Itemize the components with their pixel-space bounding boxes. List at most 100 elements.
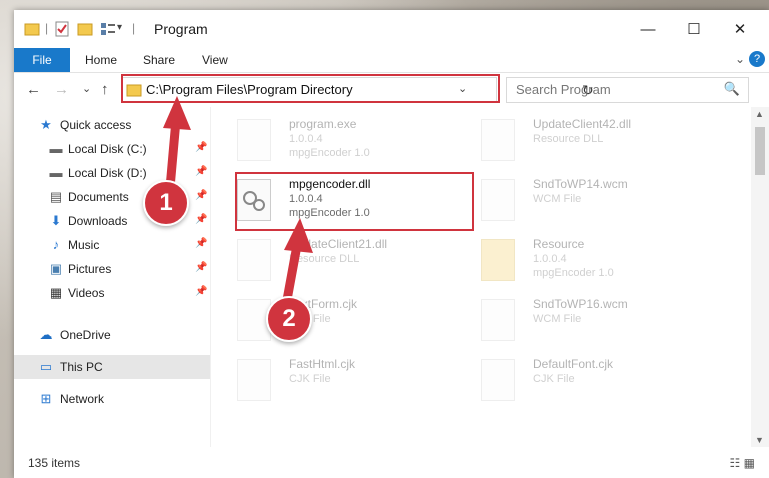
scroll-up-icon[interactable]: ▲ bbox=[755, 109, 764, 119]
up-icon[interactable]: ↑ bbox=[101, 81, 109, 98]
file-item[interactable]: FastHtml.cjk CJK File bbox=[211, 353, 451, 411]
sidebar-item-downloads[interactable]: ⬇ Downloads 📌 bbox=[14, 209, 210, 233]
recent-locations-icon[interactable]: ⌄ bbox=[82, 82, 91, 95]
navigation-bar: ← → ⌄ ↑ C:\Program Files\Program Directo… bbox=[14, 73, 769, 105]
sidebar-item-local-disk-d[interactable]: ▬ Local Disk (D:) 📌 bbox=[14, 161, 210, 185]
sidebar-item-documents[interactable]: ▤ Documents 📌 bbox=[14, 185, 210, 209]
drive-icon: ▬ bbox=[49, 141, 63, 156]
drive-icon: ▬ bbox=[49, 165, 63, 180]
dll-file-icon bbox=[481, 119, 515, 161]
pin-icon: 📌 bbox=[195, 262, 208, 273]
toolbar-separator: | bbox=[45, 21, 49, 35]
file-name: DefaultFont.cjk bbox=[533, 357, 614, 371]
sidebar-item-label: Network bbox=[60, 392, 105, 406]
file-item[interactable]: UpdateClient21.dll Resource DLL bbox=[211, 233, 451, 291]
pin-icon: 📌 bbox=[195, 286, 208, 297]
pin-icon: 📌 bbox=[195, 190, 208, 201]
computer-icon: ▭ bbox=[39, 359, 53, 374]
scrollbar-thumb[interactable] bbox=[755, 127, 765, 175]
file-name: FastHtml.cjk bbox=[289, 357, 355, 371]
pictures-icon: ▣ bbox=[49, 261, 63, 276]
back-icon[interactable]: ← bbox=[26, 81, 41, 98]
pin-icon: 📌 bbox=[195, 166, 208, 177]
file-item[interactable]: UpdateClient42.dll Resource DLL bbox=[455, 113, 695, 171]
details-view-icon[interactable]: ☷ bbox=[730, 456, 741, 470]
pin-icon: 📌 bbox=[195, 214, 208, 225]
tab-home[interactable]: Home bbox=[85, 48, 117, 72]
new-folder-icon[interactable] bbox=[77, 21, 93, 37]
tab-view[interactable]: View bbox=[202, 48, 228, 72]
forward-icon[interactable]: → bbox=[54, 81, 69, 98]
sidebar-item-local-disk-c[interactable]: ▬ Local Disk (C:) 📌 bbox=[14, 137, 210, 161]
file-name: Resource bbox=[533, 237, 585, 251]
help-icon[interactable]: ? bbox=[749, 51, 765, 67]
cloud-icon: ☁ bbox=[39, 327, 53, 342]
sidebar-item-label: Quick access bbox=[60, 118, 132, 132]
file-item[interactable]: program.exe 1.0.0.4 mpgEncoder 1.0 bbox=[211, 113, 451, 171]
dll-gear-file-icon bbox=[237, 179, 271, 221]
customize-view-icon[interactable] bbox=[100, 21, 116, 37]
file-detail: mpgEncoder 1.0 bbox=[289, 147, 370, 159]
sidebar-item-label: Videos bbox=[68, 286, 105, 300]
file-item[interactable]: Resource 1.0.0.4 mpgEncoder 1.0 bbox=[455, 233, 695, 291]
sidebar-item-this-pc[interactable]: ▭ This PC bbox=[14, 355, 210, 379]
music-icon: ♪ bbox=[52, 237, 60, 252]
file-item[interactable]: SndToWP16.wcm WCM File bbox=[455, 293, 695, 351]
vertical-scrollbar[interactable]: ▲ ▼ bbox=[751, 107, 769, 447]
file-item[interactable]: TextForm.cjk CJK File bbox=[211, 293, 451, 351]
dll-file-icon bbox=[237, 239, 271, 281]
file-item[interactable]: SndToWP14.wcm WCM File bbox=[455, 173, 695, 231]
sidebar-item-label: Local Disk (D:) bbox=[68, 166, 147, 180]
network-icon: ⊞ bbox=[40, 391, 52, 406]
sidebar-item-videos[interactable]: ▦ Videos 📌 bbox=[14, 281, 210, 305]
search-box[interactable]: Search Program 🔍 bbox=[506, 77, 749, 103]
sidebar-item-music[interactable]: ♪ Music 📌 bbox=[14, 233, 210, 257]
search-icon[interactable]: 🔍 bbox=[724, 81, 740, 97]
file-detail: Resource DLL bbox=[533, 133, 604, 145]
window-title: Program bbox=[154, 21, 208, 37]
file-list: program.exe 1.0.0.4 mpgEncoder 1.0 Updat… bbox=[211, 107, 744, 447]
sidebar-item-label: Documents bbox=[68, 190, 129, 204]
file-item-mpgencoder-dll[interactable]: mpgencoder.dll 1.0.0.4 mpgEncoder 1.0 bbox=[211, 173, 451, 231]
file-item[interactable]: DefaultFont.cjk CJK File bbox=[455, 353, 695, 411]
status-bar: 135 items ☷ ▦ bbox=[14, 448, 769, 478]
folder-icon bbox=[24, 21, 40, 37]
file-detail: 1.0.0.4 bbox=[289, 193, 323, 205]
tab-file[interactable]: File bbox=[14, 48, 70, 72]
properties-icon[interactable] bbox=[54, 21, 70, 37]
file-name: SndToWP14.wcm bbox=[533, 177, 628, 191]
toolbar-dropdown-icon[interactable]: ▾ bbox=[117, 22, 122, 38]
address-dropdown-icon[interactable]: ⌄ bbox=[458, 82, 467, 95]
sidebar-item-onedrive[interactable]: ☁ OneDrive bbox=[14, 323, 210, 347]
sidebar-item-network[interactable]: ⊞ Network bbox=[14, 387, 210, 411]
cjk-file-icon bbox=[237, 299, 271, 341]
tiles-view-icon[interactable]: ▦ bbox=[744, 456, 755, 470]
file-detail: Resource DLL bbox=[289, 253, 360, 265]
maximize-button[interactable]: ☐ bbox=[671, 10, 717, 48]
expand-ribbon-icon[interactable]: ⌄ bbox=[735, 52, 745, 66]
cjk-file-icon bbox=[481, 359, 515, 401]
sidebar-item-label: Downloads bbox=[68, 214, 128, 228]
file-name: mpgencoder.dll bbox=[289, 177, 371, 191]
pin-icon: 📌 bbox=[195, 142, 208, 153]
sidebar-item-quick-access[interactable]: ★ Quick access bbox=[14, 113, 210, 137]
cjk-file-icon bbox=[237, 359, 271, 401]
sidebar-item-label: Music bbox=[68, 238, 100, 252]
scroll-down-icon[interactable]: ▼ bbox=[755, 435, 764, 445]
search-input[interactable]: Search Program bbox=[516, 82, 611, 97]
minimize-button[interactable]: — bbox=[625, 10, 671, 48]
explorer-window: | ▾ | Program — ☐ ✕ File Home Share View… bbox=[14, 10, 769, 478]
sidebar-item-label: OneDrive bbox=[60, 328, 111, 342]
tab-share[interactable]: Share bbox=[143, 48, 175, 72]
sidebar-item-label: Local Disk (C:) bbox=[68, 142, 147, 156]
close-button[interactable]: ✕ bbox=[717, 10, 763, 48]
pin-icon: 📌 bbox=[195, 238, 208, 249]
exe-file-icon bbox=[237, 119, 271, 161]
sidebar-item-pictures[interactable]: ▣ Pictures 📌 bbox=[14, 257, 210, 281]
address-bar[interactable]: C:\Program Files\Program Directory ⌄ ↻ bbox=[121, 77, 594, 103]
address-path[interactable]: C:\Program Files\Program Directory bbox=[146, 82, 353, 97]
file-detail: 1.0.0.4 bbox=[533, 253, 567, 265]
file-detail: mpgEncoder 1.0 bbox=[533, 267, 614, 279]
file-name: program.exe bbox=[289, 117, 357, 131]
view-toggles: ☷ ▦ bbox=[730, 456, 755, 470]
